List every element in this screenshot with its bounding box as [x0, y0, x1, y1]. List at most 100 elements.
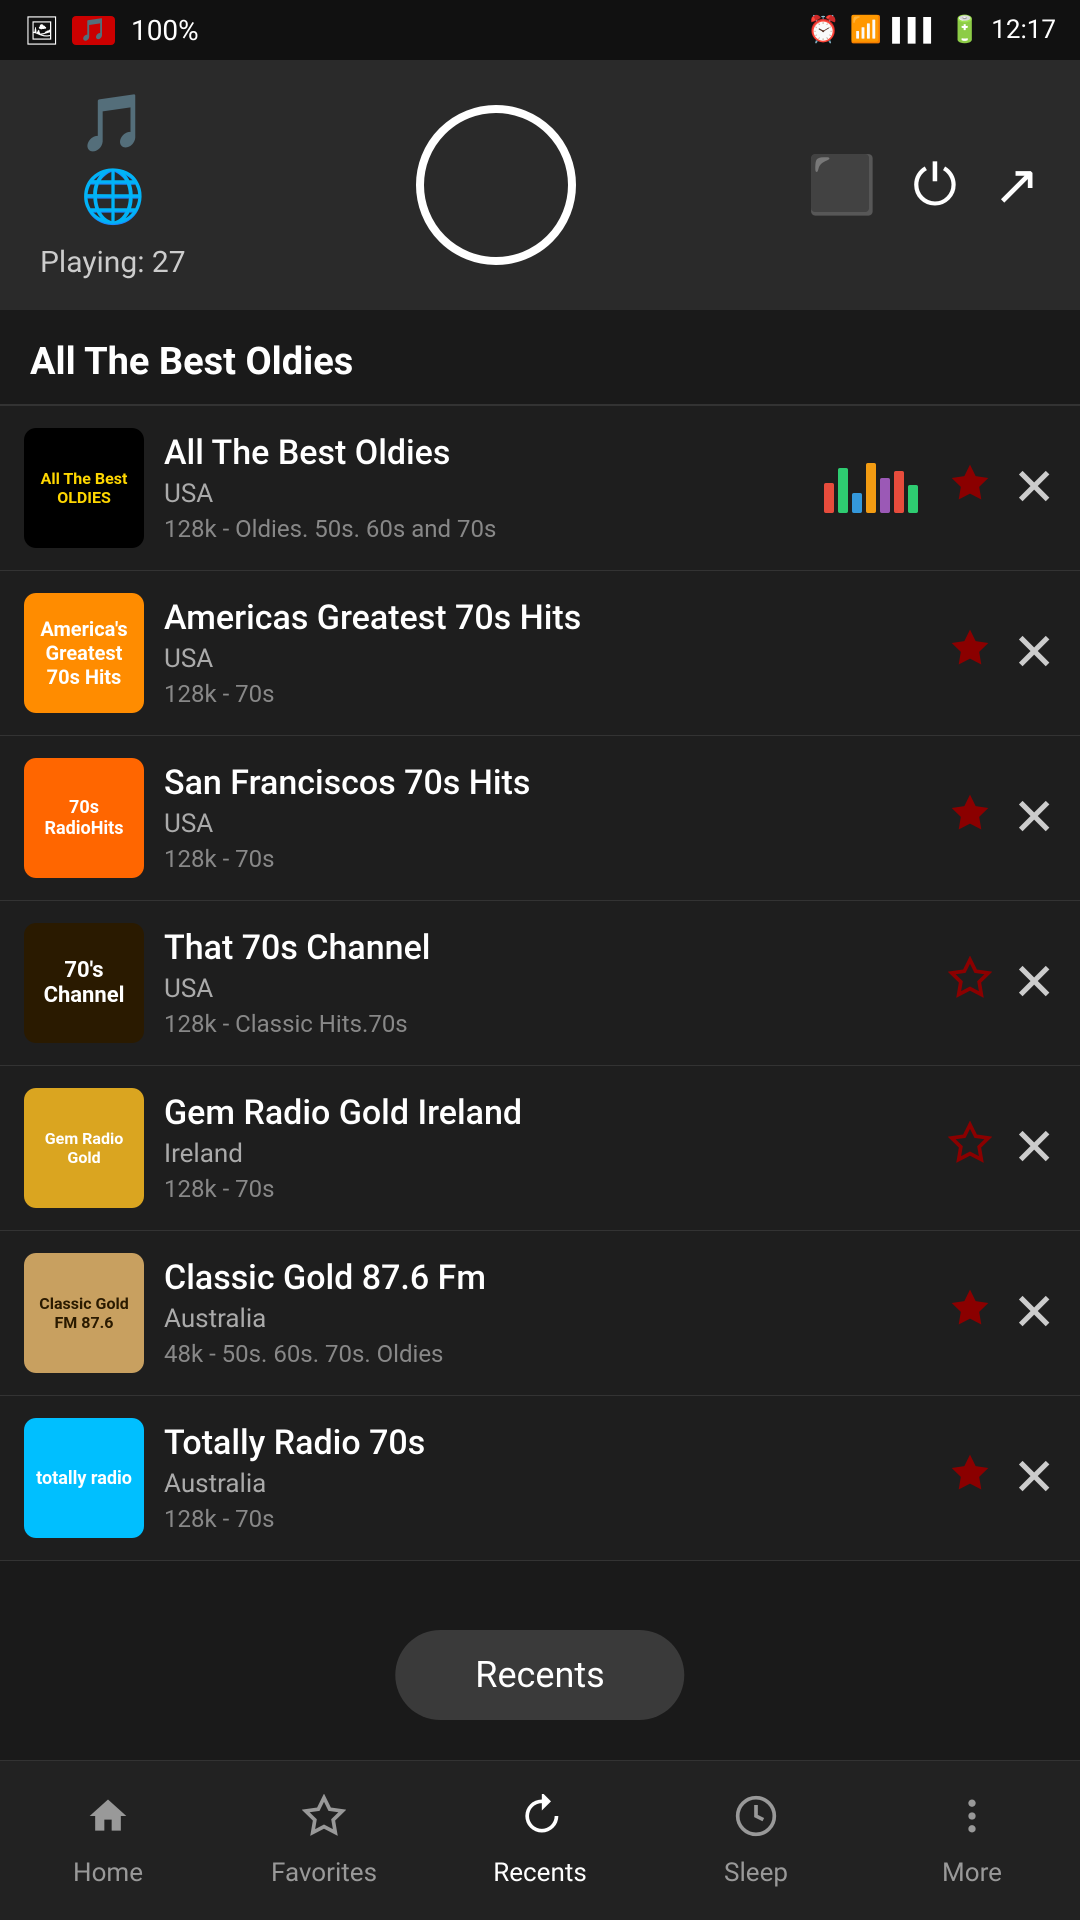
station-logo-5: Gem Radio Gold: [24, 1088, 144, 1208]
section-title: All The Best Oldies: [0, 310, 1080, 404]
station-country-5: Ireland: [164, 1139, 928, 1169]
app-icon: 🎵: [72, 16, 115, 45]
power-icon[interactable]: ⏻: [913, 152, 957, 219]
station-actions-7: ✕: [948, 1448, 1056, 1508]
status-bar: 🖼 🎵 100% ⏰ 📶 ▌▌▌ 🔋 12:17: [0, 0, 1080, 60]
more-icon: [950, 1793, 994, 1850]
star-button-7[interactable]: [948, 1448, 992, 1508]
sleep-label: Sleep: [724, 1858, 788, 1888]
tooltip-text: Recents: [475, 1654, 604, 1696]
station-country-2: USA: [164, 644, 928, 674]
content-area: 🎵 🌐 Playing: 27 ⬛ ⏻ ↗ All The Best Oldie…: [0, 60, 1080, 1760]
station-actions-2: ✕: [948, 623, 1056, 683]
eq-bar: [866, 463, 876, 513]
star-button-1[interactable]: [948, 458, 992, 518]
music-icon[interactable]: 🎵: [78, 90, 148, 156]
eq-bar: [824, 483, 834, 513]
station-name-2: Americas Greatest 70s Hits: [164, 598, 928, 638]
remove-button-3[interactable]: ✕: [1012, 788, 1056, 848]
station-item-1[interactable]: All The Best OLDIES All The Best Oldies …: [0, 406, 1080, 571]
eq-bar: [838, 468, 848, 513]
eq-bar: [908, 485, 918, 513]
alarm-icon: ⏰: [807, 15, 839, 45]
nav-home[interactable]: Home: [0, 1783, 216, 1898]
station-name-5: Gem Radio Gold Ireland: [164, 1093, 928, 1133]
station-item-5[interactable]: Gem Radio Gold Gem Radio Gold Ireland Ir…: [0, 1066, 1080, 1231]
recents-label: Recents: [493, 1858, 587, 1888]
station-country-6: Australia: [164, 1304, 928, 1334]
playing-text: Playing: 27: [40, 245, 186, 280]
remove-button-7[interactable]: ✕: [1012, 1448, 1056, 1508]
nav-sleep[interactable]: Sleep: [648, 1783, 864, 1898]
wifi-icon: 📶: [850, 15, 882, 45]
station-info-7: Totally Radio 70s Australia 128k - 70s: [144, 1423, 948, 1533]
station-actions-3: ✕: [948, 788, 1056, 848]
star-button-3[interactable]: [948, 788, 992, 848]
station-info-5: Gem Radio Gold Ireland Ireland 128k - 70…: [144, 1093, 948, 1203]
stop-icon[interactable]: ⬛: [807, 152, 877, 218]
station-info-6: Classic Gold 87.6 Fm Australia 48k - 50s…: [144, 1258, 948, 1368]
eq-bars: [824, 463, 918, 513]
station-item-6[interactable]: Classic Gold FM 87.6 Classic Gold 87.6 F…: [0, 1231, 1080, 1396]
recents-tooltip: Recents: [395, 1630, 684, 1720]
station-bitrate-4: 128k - Classic Hits.70s: [164, 1010, 928, 1038]
station-list: All The Best OLDIES All The Best Oldies …: [0, 406, 1080, 1760]
station-country-7: Australia: [164, 1469, 928, 1499]
more-label: More: [942, 1858, 1002, 1888]
photo-icon: 🖼: [24, 14, 60, 47]
remove-button-5[interactable]: ✕: [1012, 1118, 1056, 1178]
station-item-4[interactable]: 70's Channel That 70s Channel USA 128k -…: [0, 901, 1080, 1066]
station-info-4: That 70s Channel USA 128k - Classic Hits…: [144, 928, 948, 1038]
station-item-7[interactable]: totally radio Totally Radio 70s Australi…: [0, 1396, 1080, 1561]
sleep-icon: [734, 1793, 778, 1850]
station-name-1: All The Best Oldies: [164, 433, 804, 473]
station-info-3: San Franciscos 70s Hits USA 128k - 70s: [144, 763, 948, 873]
share-icon[interactable]: ↗: [993, 152, 1040, 218]
home-label: Home: [73, 1858, 143, 1888]
station-item-2[interactable]: America's Greatest 70s Hits Americas Gre…: [0, 571, 1080, 736]
station-logo-6: Classic Gold FM 87.6: [24, 1253, 144, 1373]
station-actions-5: ✕: [948, 1118, 1056, 1178]
station-actions-4: ✕: [948, 953, 1056, 1013]
nav-favorites[interactable]: Favorites: [216, 1783, 432, 1898]
station-item-3[interactable]: 70s RadioHits San Franciscos 70s Hits US…: [0, 736, 1080, 901]
remove-button-4[interactable]: ✕: [1012, 953, 1056, 1013]
player-header: 🎵 🌐 Playing: 27 ⬛ ⏻ ↗: [0, 60, 1080, 310]
star-button-5[interactable]: [948, 1118, 992, 1178]
station-info-2: Americas Greatest 70s Hits USA 128k - 70…: [144, 598, 948, 708]
station-country-3: USA: [164, 809, 928, 839]
status-left: 🖼 🎵 100%: [24, 14, 199, 47]
pause-button[interactable]: [416, 105, 576, 265]
station-bitrate-6: 48k - 50s. 60s. 70s. Oldies: [164, 1340, 928, 1368]
battery-icon: 🔋: [949, 15, 981, 45]
nav-more[interactable]: More: [864, 1783, 1080, 1898]
star-button-2[interactable]: [948, 623, 992, 683]
favorites-icon: [302, 1793, 346, 1850]
star-button-4[interactable]: [948, 953, 992, 1013]
remove-button-2[interactable]: ✕: [1012, 623, 1056, 683]
star-button-6[interactable]: [948, 1283, 992, 1343]
status-right: ⏰ 📶 ▌▌▌ 🔋 12:17: [807, 15, 1056, 45]
station-country-4: USA: [164, 974, 928, 1004]
station-country-1: USA: [164, 479, 804, 509]
remove-button-6[interactable]: ✕: [1012, 1283, 1056, 1343]
station-bitrate-2: 128k - 70s: [164, 680, 928, 708]
bottom-nav: Home Favorites Recents Sleep: [0, 1760, 1080, 1920]
remove-button-1[interactable]: ✕: [1012, 458, 1056, 518]
station-logo-3: 70s RadioHits: [24, 758, 144, 878]
nav-recents[interactable]: Recents: [432, 1783, 648, 1898]
station-name-6: Classic Gold 87.6 Fm: [164, 1258, 928, 1298]
station-bitrate-3: 128k - 70s: [164, 845, 928, 873]
station-logo-4: 70's Channel: [24, 923, 144, 1043]
player-left-controls: 🎵 🌐 Playing: 27: [40, 90, 186, 280]
station-name-3: San Franciscos 70s Hits: [164, 763, 928, 803]
station-name-7: Totally Radio 70s: [164, 1423, 928, 1463]
eq-bar: [880, 478, 890, 513]
station-name-4: That 70s Channel: [164, 928, 928, 968]
battery-count: 100%: [131, 14, 199, 47]
station-bitrate-5: 128k - 70s: [164, 1175, 928, 1203]
station-bitrate-1: 128k - Oldies. 50s. 60s and 70s: [164, 515, 804, 543]
eq-bar: [894, 471, 904, 513]
globe-icon[interactable]: 🌐: [80, 166, 145, 227]
player-right-controls: ⬛ ⏻ ↗: [807, 152, 1040, 219]
